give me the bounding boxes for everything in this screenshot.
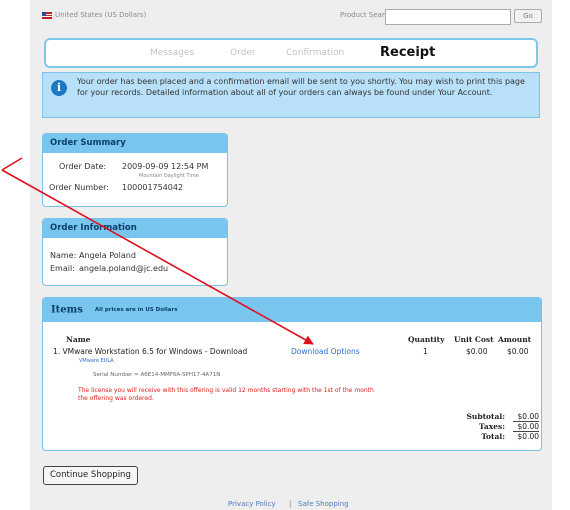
license-note: The license you will receive with this o… <box>78 387 374 402</box>
total-value: $0.00 <box>517 432 539 441</box>
continue-shopping-button[interactable]: Continue Shopping <box>43 466 138 485</box>
email-value: angela.poland@jc.edu <box>79 264 169 273</box>
col-quantity-header: Quantity <box>408 335 445 344</box>
serial-number: Serial Number = A6E14-MMF6A-SPH17-4A71N <box>93 372 221 378</box>
order-date-label: Order Date: <box>59 162 107 171</box>
info-icon: i <box>51 80 67 96</box>
order-information-title: Order Information <box>43 219 227 238</box>
safe-shopping-link[interactable]: Safe Shopping <box>298 500 349 508</box>
search-go-button[interactable]: Go <box>514 9 542 23</box>
items-title: Items <box>51 304 83 316</box>
currency-note: All prices are in US Dollars <box>94 307 178 313</box>
step-confirmation: Confirmation <box>286 48 345 58</box>
checkout-steps: Messages Order Confirmation Receipt <box>44 38 538 68</box>
total-label: Total: <box>481 432 505 441</box>
notice-text: Your order has been placed and a confirm… <box>77 77 525 97</box>
items-panel: Items All prices are in US Dollars Name Q… <box>42 297 542 451</box>
order-number-label: Order Number: <box>49 183 109 192</box>
email-label: Email: <box>50 264 75 273</box>
order-date-value: 2009-09-09 12:54 PM <box>122 162 209 171</box>
order-summary-title: Order Summary <box>43 134 227 153</box>
download-options-link[interactable]: Download Options <box>291 347 360 356</box>
item-amount: $0.00 <box>507 347 529 356</box>
subtotal-label: Subtotal: <box>466 412 505 421</box>
name-label: Name: <box>50 251 77 260</box>
us-flag-icon <box>42 12 52 19</box>
name-value: Angela Poland <box>79 251 136 260</box>
col-name-header: Name <box>66 335 91 344</box>
top-bar: United States (US Dollars) Product Searc… <box>42 8 542 25</box>
vmware-eula-link[interactable]: VMware EULA <box>79 358 114 364</box>
step-messages: Messages <box>150 48 195 58</box>
order-summary-panel: Order Summary Order Date: 2009-09-09 12:… <box>42 133 228 207</box>
step-order: Order <box>230 48 256 58</box>
store-page: United States (US Dollars) Product Searc… <box>30 0 552 510</box>
subtotal-value: $0.00 <box>513 412 539 422</box>
footer-separator: | <box>289 500 292 508</box>
taxes-label: Taxes: <box>479 422 505 431</box>
order-number-value: 100001754042 <box>122 183 184 192</box>
item-name: 1. VMware Workstation 6.5 for Windows - … <box>53 347 248 356</box>
items-header: Items All prices are in US Dollars <box>43 298 541 322</box>
privacy-policy-link[interactable]: Privacy Policy <box>228 500 276 508</box>
col-amount-header: Amount <box>498 335 532 344</box>
item-quantity: 1 <box>423 347 428 356</box>
order-placed-notice: i Your order has been placed and a confi… <box>42 72 540 118</box>
item-unit-cost: $0.00 <box>466 347 488 356</box>
step-receipt: Receipt <box>380 45 436 60</box>
annotation-arrow-tail <box>1 157 23 171</box>
order-information-panel: Order Information Name: Angela Poland Em… <box>42 218 228 286</box>
product-search-input[interactable] <box>385 9 511 25</box>
region-link[interactable]: United States (US Dollars) <box>55 11 146 19</box>
taxes-value: $0.00 <box>513 422 539 432</box>
timezone-note: Mountain Daylight Time <box>139 173 199 179</box>
col-unit-cost-header: Unit Cost <box>454 335 494 344</box>
